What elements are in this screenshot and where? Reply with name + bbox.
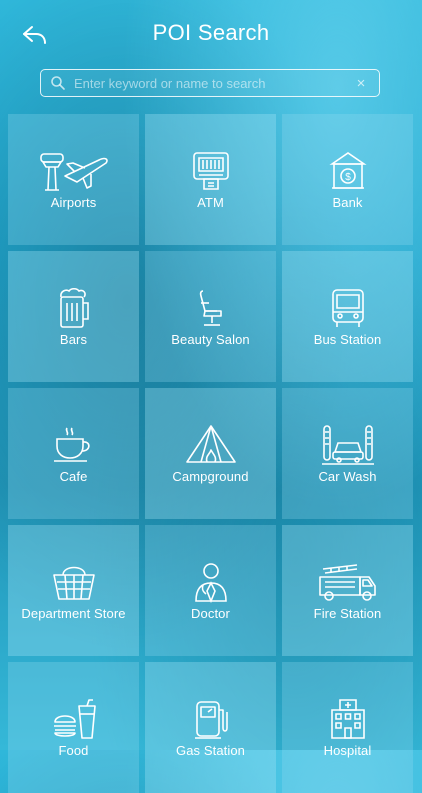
category-label: Food: [58, 743, 89, 758]
category-tile-bank[interactable]: $ Bank: [282, 114, 413, 245]
category-tile-campground[interactable]: Campground: [145, 388, 276, 519]
category-label: Hospital: [323, 743, 372, 758]
category-label: Bank: [332, 195, 363, 210]
category-tile-bars[interactable]: Bars: [8, 251, 139, 382]
category-grid: Airports ATM $ Bank Bars Beauty Salon Bu…: [8, 114, 414, 793]
category-tile-cafe[interactable]: Cafe: [8, 388, 139, 519]
airport-icon: [8, 148, 139, 194]
category-tile-airports[interactable]: Airports: [8, 114, 139, 245]
category-label: Department Store: [21, 606, 126, 621]
shopping-basket-icon: [8, 559, 139, 605]
coffee-cup-icon: [8, 422, 139, 468]
category-label: Fire Station: [313, 606, 382, 621]
clear-search-button[interactable]: ×: [351, 75, 371, 92]
category-tile-bus-station[interactable]: Bus Station: [282, 251, 413, 382]
atm-icon: [145, 148, 276, 194]
salon-chair-icon: [145, 285, 276, 331]
car-wash-icon: [282, 422, 413, 468]
tent-icon: [145, 422, 276, 468]
beer-mug-icon: [8, 285, 139, 331]
category-tile-food[interactable]: Food: [8, 662, 139, 793]
category-label: Gas Station: [175, 743, 246, 758]
category-label: Beauty Salon: [171, 332, 250, 347]
search-input[interactable]: [74, 75, 351, 91]
category-tile-atm[interactable]: ATM: [145, 114, 276, 245]
category-tile-hospital[interactable]: Hospital: [282, 662, 413, 793]
page-title: POI Search: [152, 20, 270, 45]
category-label: Car Wash: [318, 469, 377, 484]
hospital-building-icon: [282, 696, 413, 742]
category-label: Airports: [50, 195, 97, 210]
bus-icon: [282, 285, 413, 331]
search-icon: [50, 75, 66, 91]
burger-drink-icon: [8, 696, 139, 742]
category-tile-gas-station[interactable]: Gas Station: [145, 662, 276, 793]
category-tile-beauty-salon[interactable]: Beauty Salon: [145, 251, 276, 382]
category-tile-fire-station[interactable]: Fire Station: [282, 525, 413, 656]
fire-truck-icon: [282, 559, 413, 605]
search-bar: ×: [40, 69, 380, 97]
top-bar: POI Search: [0, 0, 422, 68]
doctor-icon: [145, 559, 276, 605]
svg-text:$: $: [345, 172, 351, 183]
category-label: Campground: [172, 469, 249, 484]
category-label: Bus Station: [313, 332, 382, 347]
category-tile-car-wash[interactable]: Car Wash: [282, 388, 413, 519]
fuel-pump-icon: [145, 696, 276, 742]
bank-icon: $: [282, 148, 413, 194]
category-tile-doctor[interactable]: Doctor: [145, 525, 276, 656]
category-label: Bars: [59, 332, 88, 347]
category-label: Cafe: [59, 469, 88, 484]
category-label: Doctor: [191, 606, 230, 621]
category-tile-department-store[interactable]: Department Store: [8, 525, 139, 656]
category-label: ATM: [197, 195, 224, 210]
